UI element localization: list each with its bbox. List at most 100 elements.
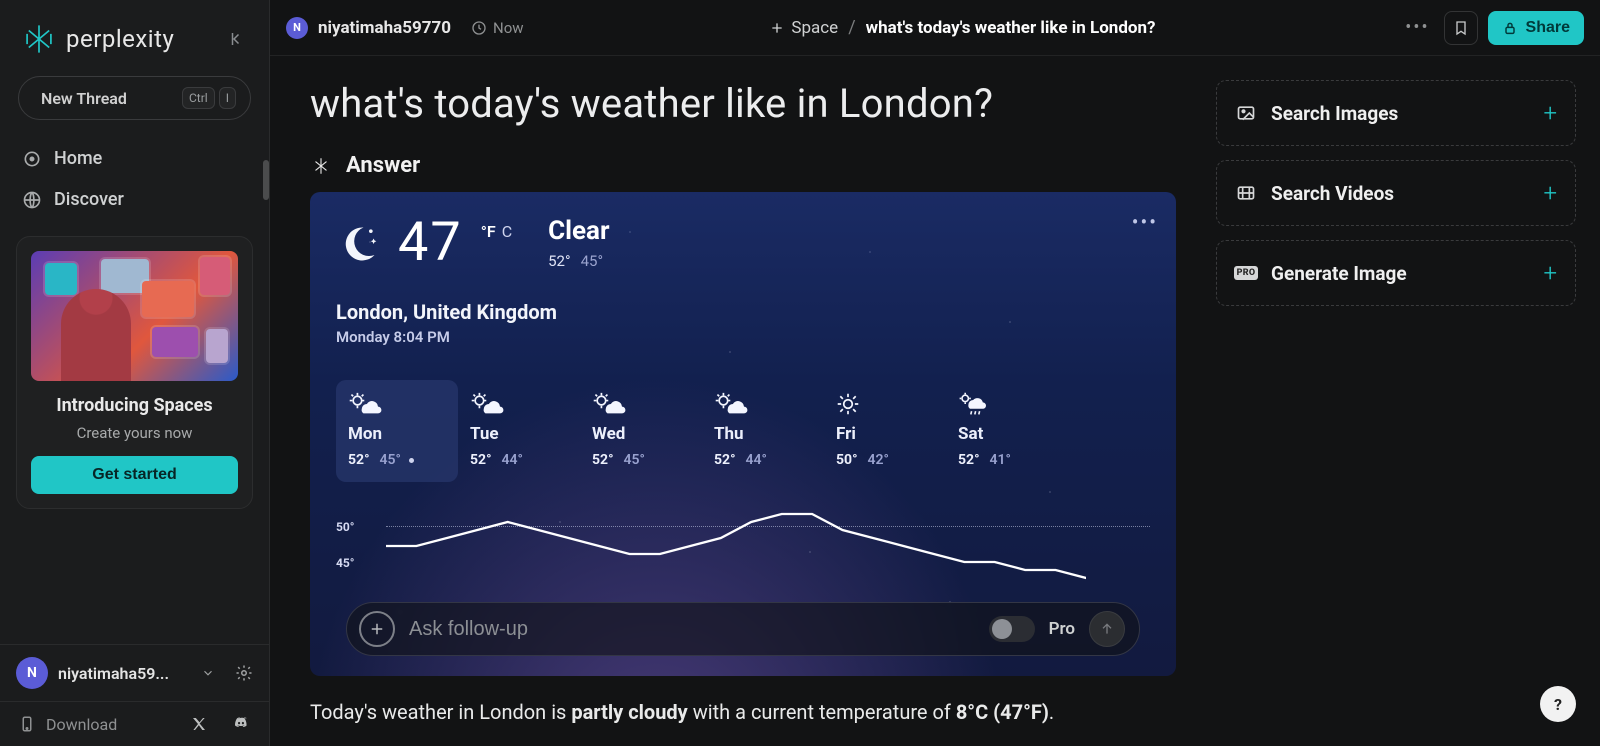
answer-column: what's today's weather like in London? A… bbox=[310, 80, 1176, 746]
forecast-day-mon[interactable]: Mon 52°45° bbox=[336, 380, 458, 482]
promo-cta-button[interactable]: Get started bbox=[31, 456, 238, 494]
day-high-low: 52°44° bbox=[470, 452, 568, 468]
promo-card: Introducing Spaces Create yours now Get … bbox=[16, 236, 253, 509]
scrollbar[interactable] bbox=[263, 160, 269, 200]
day-name: Thu bbox=[714, 424, 812, 444]
kbd-shortcut: Ctrl I bbox=[182, 87, 236, 109]
day-high-low: 52°44° bbox=[714, 452, 812, 468]
weather-icon bbox=[958, 392, 1056, 416]
plus-icon: + bbox=[1543, 99, 1557, 127]
weather-icon bbox=[348, 392, 446, 416]
pro-label: Pro bbox=[1049, 619, 1075, 639]
avatar: N bbox=[286, 17, 308, 39]
weather-icon bbox=[836, 392, 934, 416]
day-name: Mon bbox=[348, 424, 446, 444]
content: what's today's weather like in London? A… bbox=[270, 56, 1600, 746]
answer-header: Answer bbox=[310, 153, 1176, 178]
current-temp: 47 bbox=[398, 216, 463, 270]
more-menu-icon[interactable]: ••• bbox=[1401, 17, 1433, 38]
followup-bar: Pro bbox=[346, 602, 1140, 656]
weather-widget: ••• 47 °F C Clear 52°45 bbox=[310, 192, 1176, 676]
answer-paragraph: Today's weather in London is partly clou… bbox=[310, 700, 1176, 724]
add-to-space[interactable]: Space bbox=[769, 18, 838, 38]
day-high-low: 52°45° bbox=[348, 452, 446, 468]
bookmark-icon bbox=[1453, 20, 1469, 36]
unit-toggle[interactable]: °F C bbox=[481, 222, 512, 241]
clock-icon bbox=[471, 20, 487, 36]
perplexity-icon bbox=[310, 155, 332, 177]
forecast-day-wed[interactable]: Wed 52°45° bbox=[580, 380, 702, 482]
thread-owner[interactable]: N niyatimaha59770 bbox=[286, 17, 451, 39]
nav-discover[interactable]: Discover bbox=[0, 179, 269, 220]
forecast-day-thu[interactable]: Thu 52°44° bbox=[702, 380, 824, 482]
help-button[interactable]: ? bbox=[1540, 686, 1576, 722]
plus-icon: + bbox=[1543, 179, 1557, 207]
condition: Clear bbox=[548, 216, 609, 246]
nav-home-label: Home bbox=[54, 148, 102, 169]
side-column: Search Images + Search Videos + PRO Gene… bbox=[1216, 80, 1576, 746]
target-icon bbox=[22, 149, 42, 169]
day-high-low: 52°45° bbox=[592, 452, 690, 468]
user-menu[interactable]: N niyatimaha59... bbox=[0, 644, 269, 701]
forecast-day-sat[interactable]: Sat52°41° bbox=[946, 380, 1068, 482]
ytick-hi: 50° bbox=[336, 520, 354, 534]
share-button[interactable]: Share bbox=[1488, 11, 1584, 45]
search-videos-card[interactable]: Search Videos + bbox=[1216, 160, 1576, 226]
day-high-low: 50°42° bbox=[836, 452, 934, 468]
device-icon bbox=[18, 715, 36, 733]
pro-toggle[interactable] bbox=[989, 616, 1035, 642]
moon-icon bbox=[336, 222, 380, 266]
temperature-chart: 50° 45° bbox=[336, 506, 1150, 586]
location: London, United Kingdom bbox=[336, 300, 1150, 324]
search-images-card[interactable]: Search Images + bbox=[1216, 80, 1576, 146]
new-thread-label: New Thread bbox=[41, 89, 127, 108]
day-high-low: 52°41° bbox=[958, 452, 1056, 468]
nav-discover-label: Discover bbox=[54, 189, 124, 210]
forecast-day-tue[interactable]: Tue52°44° bbox=[458, 380, 580, 482]
generate-image-card[interactable]: PRO Generate Image + bbox=[1216, 240, 1576, 306]
promo-title: Introducing Spaces bbox=[56, 395, 212, 416]
brand-name: perplexity bbox=[66, 25, 174, 53]
discord-icon[interactable] bbox=[231, 714, 251, 734]
plus-icon bbox=[769, 20, 785, 36]
user-name: niyatimaha59... bbox=[58, 664, 191, 683]
weather-icon bbox=[714, 392, 812, 416]
download-link[interactable]: Download bbox=[46, 715, 117, 734]
new-thread-button[interactable]: New Thread Ctrl I bbox=[18, 76, 251, 120]
breadcrumb-sep: / bbox=[848, 17, 855, 38]
perplexity-icon bbox=[22, 22, 56, 56]
x-icon[interactable] bbox=[189, 714, 209, 734]
forecast-day-fri[interactable]: Fri 50°42° bbox=[824, 380, 946, 482]
arrow-up-icon bbox=[1099, 621, 1115, 637]
timestamp: Now bbox=[471, 19, 524, 37]
plus-icon: + bbox=[1543, 259, 1557, 287]
ytick-lo: 45° bbox=[336, 556, 354, 570]
attach-button[interactable] bbox=[359, 611, 395, 647]
weather-icon bbox=[470, 392, 568, 416]
local-time: Monday 8:04 PM bbox=[336, 328, 1150, 346]
forecast-row: Mon 52°45° Tue52°44° Wed 52°45° Thu 52°44° Fri 5… bbox=[336, 380, 1150, 482]
avatar: N bbox=[16, 657, 48, 689]
nav-home[interactable]: Home bbox=[0, 138, 269, 179]
sidebar: perplexity New Thread Ctrl I Home Discov… bbox=[0, 0, 270, 746]
bookmark-button[interactable] bbox=[1444, 11, 1478, 45]
gear-icon[interactable] bbox=[235, 664, 253, 682]
pro-badge: PRO bbox=[1235, 262, 1257, 284]
brand-logo[interactable]: perplexity bbox=[22, 22, 213, 56]
widget-more-icon[interactable]: ••• bbox=[1132, 210, 1158, 234]
main: N niyatimaha59770 Now Space / what's tod… bbox=[270, 0, 1600, 746]
promo-subtitle: Create yours now bbox=[77, 424, 193, 442]
chevron-down-icon bbox=[201, 666, 215, 680]
promo-image bbox=[31, 251, 238, 381]
followup-input[interactable] bbox=[409, 618, 975, 641]
day-name: Fri bbox=[836, 424, 934, 444]
collapse-sidebar-icon[interactable] bbox=[223, 25, 251, 53]
temp-curve bbox=[386, 506, 1086, 586]
image-icon bbox=[1235, 102, 1257, 124]
breadcrumb-question: what's today's weather like in London? bbox=[866, 18, 1156, 38]
send-button[interactable] bbox=[1089, 611, 1125, 647]
day-name: Wed bbox=[592, 424, 690, 444]
high-low: 52°45° bbox=[548, 252, 609, 270]
answer-label: Answer bbox=[346, 153, 420, 178]
globe-icon bbox=[22, 190, 42, 210]
